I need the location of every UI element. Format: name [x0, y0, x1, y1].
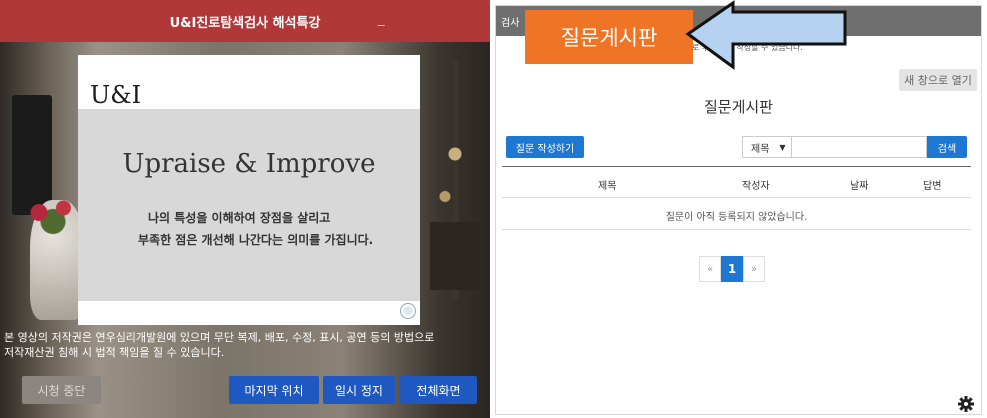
page-button-current[interactable]: 1 [721, 256, 743, 282]
settings-button[interactable] [956, 394, 976, 414]
column-header-title[interactable]: 제목 [598, 177, 616, 192]
player-title: U&I진로탐색검사 해석특강 [169, 15, 321, 31]
emblem-icon [400, 303, 416, 319]
search-field-select[interactable]: 제목 ▼ [742, 136, 792, 158]
table-header: 제목 작성자 날짜 답변 [502, 166, 971, 198]
slide-text-line: 나의 특성을 이해하여 장점을 살리고 [148, 211, 331, 225]
copyright-line: 본 영상의 저작권은 연우심리개발원에 있으며 무단 복제, 배포, 수정, 표… [4, 331, 435, 344]
search-field-value: 제목 [751, 143, 770, 155]
empty-table-message: 질문이 아직 등록되지 않았습니다. [502, 198, 971, 230]
last-position-button[interactable]: 마지막 위치 [229, 376, 319, 404]
board-title: 질문게시판 [703, 98, 773, 116]
next-page-button[interactable]: » [743, 256, 765, 282]
gear-icon [958, 396, 974, 412]
player-title-bar: U&I진로탐색검사 해석특강 _ [0, 0, 490, 42]
prev-page-button[interactable]: « [699, 256, 721, 282]
search-input[interactable] [792, 136, 927, 158]
caret-down-icon: ▼ [779, 142, 786, 152]
lecture-slide: Upraise & Improve 나의 특성을 이해하여 장점을 살리고 부족… [78, 55, 420, 325]
annotation-label: 질문게시판 [525, 10, 693, 64]
write-question-button[interactable]: 질문 작성하기 [506, 136, 584, 158]
pagination: « 1 » [699, 256, 765, 282]
slide-band: Upraise & Improve 나의 특성을 이해하여 장점을 살리고 부족… [78, 109, 420, 301]
column-header-answer[interactable]: 답변 [923, 177, 941, 192]
search-button[interactable]: 검색 [927, 136, 967, 158]
copyright-notice: 본 영상의 저작권은 연우심리개발원에 있으며 무단 복제, 배포, 수정, 표… [4, 330, 484, 360]
annotation-arrow-icon [685, 0, 847, 70]
pause-button[interactable]: 일시 정지 [323, 376, 395, 404]
minimize-button[interactable]: _ [378, 12, 385, 27]
stop-viewing-button[interactable]: 시청 중단 [22, 376, 101, 404]
slide-text-line: 부족한 점은 개선해 나간다는 의미를 가집니다. [138, 233, 374, 247]
slide-heading: Upraise & Improve [122, 149, 376, 179]
background-plant [430, 120, 480, 290]
fullscreen-button[interactable]: 전체화면 [400, 376, 477, 404]
column-header-author[interactable]: 작성자 [742, 177, 770, 192]
copyright-line: 저작재산권 침해 시 법적 책임을 질 수 있습니다. [4, 346, 225, 359]
slide-logo: U&I [90, 81, 142, 109]
column-header-date[interactable]: 날짜 [850, 177, 868, 192]
open-new-window-button[interactable]: 새 창으로 열기 [899, 69, 977, 91]
board-top-bar-label: 검사 [501, 18, 520, 29]
video-player: U&I진로탐색검사 해석특강 _ Upraise & Improve 나의 특성… [0, 0, 490, 418]
